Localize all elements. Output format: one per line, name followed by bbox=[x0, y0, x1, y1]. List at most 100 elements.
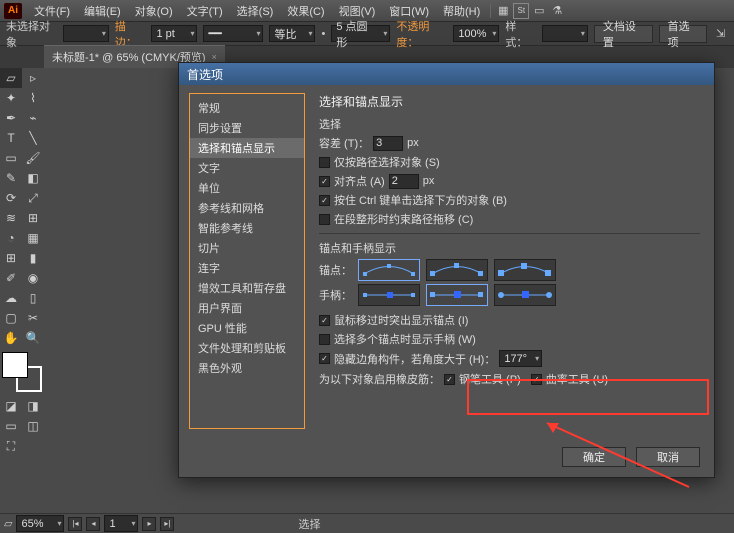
menu-select[interactable]: 选择(S) bbox=[231, 1, 280, 21]
point-combo[interactable]: 5 点圆形 bbox=[331, 25, 390, 42]
curve-tool-checkbox[interactable] bbox=[531, 374, 542, 385]
tolerance-label: 容差 (T)： bbox=[319, 135, 369, 151]
handle-style-3[interactable] bbox=[494, 284, 556, 306]
opacity-combo[interactable]: 100% bbox=[453, 25, 499, 42]
opacity-label[interactable]: 不透明度： bbox=[396, 18, 447, 50]
scale-tool[interactable]: ⤢ bbox=[22, 188, 44, 208]
nav-last[interactable]: ▸| bbox=[160, 517, 174, 531]
nav-general[interactable]: 常规 bbox=[190, 98, 304, 118]
prefs-button[interactable]: 首选项 bbox=[659, 25, 708, 43]
cancel-button[interactable]: 取消 bbox=[636, 447, 700, 467]
paintbrush-tool[interactable]: 🖌 bbox=[22, 148, 44, 168]
hide-corner-combo[interactable]: 177° bbox=[499, 350, 542, 367]
snap-checkbox[interactable] bbox=[319, 176, 330, 187]
nav-prev[interactable]: ◂ bbox=[86, 517, 100, 531]
multi-handles-label: 选择多个锚点时显示手柄 (W) bbox=[334, 331, 476, 347]
color-swatches[interactable] bbox=[2, 352, 42, 392]
close-icon[interactable]: × bbox=[212, 52, 217, 62]
bridge-icon[interactable]: ▦ bbox=[495, 3, 511, 19]
screen-mode[interactable]: ▭ bbox=[0, 416, 22, 436]
slice-tool[interactable]: ✂ bbox=[22, 308, 44, 328]
nav-ui[interactable]: 用户界面 bbox=[190, 298, 304, 318]
hover-highlight-label: 鼠标移过时突出显示锚点 (I) bbox=[334, 312, 468, 328]
stock-icon[interactable]: St bbox=[513, 3, 529, 19]
gradient-tool[interactable]: ▮ bbox=[22, 248, 44, 268]
color-mode[interactable]: ◪ bbox=[0, 396, 22, 416]
selection-combo[interactable] bbox=[63, 25, 109, 42]
gradient-mode[interactable]: ◨ bbox=[22, 396, 44, 416]
lasso-tool[interactable]: ⌇ bbox=[22, 88, 44, 108]
stroke-combo[interactable]: 1 pt bbox=[151, 25, 197, 42]
mesh-tool[interactable]: ⊞ bbox=[0, 248, 22, 268]
nav-sync[interactable]: 同步设置 bbox=[190, 118, 304, 138]
perspective-tool[interactable]: ▦ bbox=[22, 228, 44, 248]
style-combo[interactable] bbox=[542, 25, 588, 42]
pen-tool-checkbox[interactable] bbox=[444, 374, 455, 385]
snap-unit: px bbox=[423, 175, 435, 187]
nav-file-handling[interactable]: 文件处理和剪贴板 bbox=[190, 338, 304, 358]
app-logo: Ai bbox=[4, 3, 22, 19]
nav-next[interactable]: ▸ bbox=[142, 517, 156, 531]
nav-slices[interactable]: 切片 bbox=[190, 238, 304, 258]
nav-units[interactable]: 单位 bbox=[190, 178, 304, 198]
multi-handles-checkbox[interactable] bbox=[319, 334, 330, 345]
uniform-combo[interactable]: 等比 bbox=[269, 25, 315, 42]
nav-black[interactable]: 黑色外观 bbox=[190, 358, 304, 378]
blend-tool[interactable]: ◉ bbox=[22, 268, 44, 288]
nav-smart-guides[interactable]: 智能参考线 bbox=[190, 218, 304, 238]
menu-effect[interactable]: 效果(C) bbox=[281, 1, 330, 21]
tolerance-input[interactable] bbox=[373, 136, 403, 151]
anchor-style-1[interactable] bbox=[358, 259, 420, 281]
handle-style-1[interactable] bbox=[358, 284, 420, 306]
change-screen-mode[interactable]: ⛶ bbox=[0, 436, 22, 456]
nav-plugins[interactable]: 增效工具和暂存盘 bbox=[190, 278, 304, 298]
type-tool[interactable]: T bbox=[0, 128, 22, 148]
menu-type[interactable]: 文字(T) bbox=[181, 1, 229, 21]
artboard-tool[interactable]: ▢ bbox=[0, 308, 22, 328]
anchor-style-2[interactable] bbox=[426, 259, 488, 281]
width-tool[interactable]: ≋ bbox=[0, 208, 22, 228]
pencil-tool[interactable]: ✎ bbox=[0, 168, 22, 188]
doc-setup-button[interactable]: 文档设置 bbox=[594, 25, 653, 43]
drawing-mode[interactable]: ◫ bbox=[22, 416, 44, 436]
gpu-icon[interactable]: ⚗ bbox=[549, 3, 565, 19]
snap-input[interactable] bbox=[389, 174, 419, 189]
line-tool[interactable]: ╲ bbox=[22, 128, 44, 148]
free-transform-tool[interactable]: ⊞ bbox=[22, 208, 44, 228]
pin-icon[interactable]: ⇲ bbox=[713, 26, 728, 42]
nav-first[interactable]: |◂ bbox=[68, 517, 82, 531]
shape-builder-tool[interactable]: ◔ bbox=[0, 228, 22, 248]
nav-selection-anchor[interactable]: 选择和锚点显示 bbox=[190, 138, 304, 158]
graph-tool[interactable]: ▯ bbox=[22, 288, 44, 308]
symbol-tool[interactable]: ☁ bbox=[0, 288, 22, 308]
hide-corner-checkbox[interactable] bbox=[319, 353, 330, 364]
rectangle-tool[interactable]: ▭ bbox=[0, 148, 22, 168]
zoom-tool[interactable]: 🔍 bbox=[22, 328, 44, 348]
optionbar: 未选择对象 描边： 1 pt ━━ 等比 • 5 点圆形 不透明度： 100% … bbox=[0, 22, 734, 46]
selection-tool[interactable]: ▱ bbox=[0, 68, 22, 88]
arrange-icon[interactable]: ▭ bbox=[531, 3, 547, 19]
hand-tool[interactable]: ✋ bbox=[0, 328, 22, 348]
rotate-tool[interactable]: ⟳ bbox=[0, 188, 22, 208]
ctrl-click-checkbox[interactable] bbox=[319, 195, 330, 206]
fill-swatch[interactable] bbox=[2, 352, 28, 378]
page-combo[interactable]: 1 bbox=[104, 515, 138, 532]
path-only-checkbox[interactable] bbox=[319, 157, 330, 168]
hover-highlight-checkbox[interactable] bbox=[319, 315, 330, 326]
constrain-checkbox[interactable] bbox=[319, 214, 330, 225]
handle-style-2[interactable] bbox=[426, 284, 488, 306]
ok-button[interactable]: 确定 bbox=[562, 447, 626, 467]
eyedropper-tool[interactable]: ✐ bbox=[0, 268, 22, 288]
magic-wand-tool[interactable]: ✦ bbox=[0, 88, 22, 108]
anchor-style-3[interactable] bbox=[494, 259, 556, 281]
zoom-combo[interactable]: 65% bbox=[16, 515, 64, 532]
nav-guides[interactable]: 参考线和网格 bbox=[190, 198, 304, 218]
nav-gpu[interactable]: GPU 性能 bbox=[190, 318, 304, 338]
eraser-tool[interactable]: ◧ bbox=[22, 168, 44, 188]
pen-tool[interactable]: ✒ bbox=[0, 108, 22, 128]
brush-combo[interactable]: ━━ bbox=[203, 25, 263, 42]
nav-hyphenation[interactable]: 连字 bbox=[190, 258, 304, 278]
nav-type[interactable]: 文字 bbox=[190, 158, 304, 178]
curvature-tool[interactable]: ⌁ bbox=[22, 108, 44, 128]
direct-select-tool[interactable]: ▹ bbox=[22, 68, 44, 88]
